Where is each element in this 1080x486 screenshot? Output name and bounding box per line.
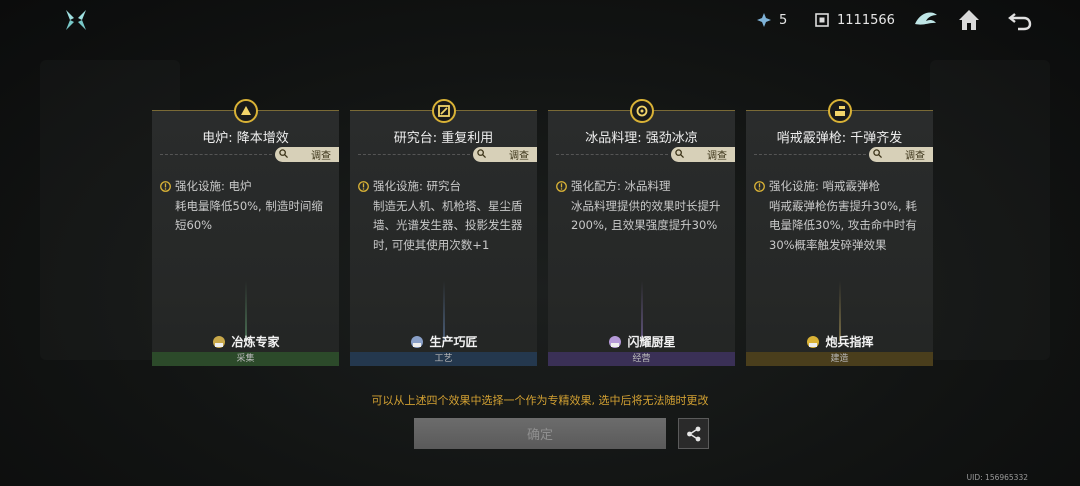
investigate-button[interactable]: 调查	[275, 147, 339, 162]
effect-card-ice-cuisine[interactable]: 冰品料理: 强劲冰凉 调查 强化配方: 冰品料理 冰品料理提供的效果时长提升20…	[548, 99, 735, 366]
cuisine-icon	[636, 105, 647, 117]
search-icon	[675, 149, 684, 158]
back-icon[interactable]	[1006, 6, 1034, 34]
currency-amount: 1111566	[837, 12, 895, 28]
desc-head: 强化设施: 研究台	[373, 179, 462, 193]
card-badge	[431, 99, 456, 123]
role-label: 炮兵指挥	[825, 335, 874, 349]
info-icon	[358, 181, 369, 193]
artillery-role-icon	[807, 335, 820, 348]
currency-icon	[815, 13, 829, 27]
desc-body: 耗电量降低50%, 制造时间缩短60%	[175, 198, 323, 233]
game-logo-icon[interactable]	[64, 8, 88, 32]
dragon-emblem-icon[interactable]	[912, 6, 940, 34]
investigate-label: 调查	[707, 151, 727, 162]
background-blur	[930, 60, 1050, 360]
info-icon	[754, 181, 765, 193]
share-button[interactable]	[678, 418, 709, 449]
desc-head: 强化设施: 哨戒霰弹枪	[769, 179, 881, 193]
investigate-label: 调查	[311, 151, 331, 162]
divider	[358, 154, 470, 155]
effect-card-sentry-shotgun[interactable]: 哨戒霰弹枪: 千弹齐发 调查 强化设施: 哨戒霰弹枪 哨戒霰弹枪伤害提升30%,…	[746, 99, 933, 366]
chef-role-icon	[609, 335, 622, 348]
light-beam	[640, 281, 643, 341]
info-icon	[160, 181, 171, 193]
search-icon	[477, 149, 486, 158]
light-beam	[838, 281, 841, 341]
card-badge	[827, 99, 852, 123]
category-strip: 工艺	[350, 352, 537, 366]
investigate-label: 调查	[905, 151, 925, 162]
search-icon	[279, 149, 288, 158]
card-description: 强化设施: 电炉 耗电量降低50%, 制造时间缩短60%	[160, 177, 329, 236]
desc-body: 哨戒霰弹枪伤害提升30%, 耗电量降低30%, 攻击命中时有30%概率触发碎弹效…	[769, 198, 917, 252]
investigate-button[interactable]: 调查	[869, 147, 933, 162]
investigate-label: 调查	[509, 151, 529, 162]
category-strip: 采集	[152, 352, 339, 366]
turret-icon	[834, 106, 845, 116]
divider	[556, 154, 668, 155]
user-id: UID: 156965332	[966, 473, 1028, 482]
light-beam	[244, 281, 247, 341]
card-title: 冰品料理: 强劲冰凉	[585, 131, 698, 146]
smelter-role-icon	[213, 335, 226, 348]
role-label: 冶炼专家	[231, 335, 280, 349]
effect-card-research-table[interactable]: 研究台: 重复利用 调查 强化设施: 研究台 制造无人机、机枪塔、星尘盾墙、光谱…	[350, 99, 537, 366]
star-count: 5	[779, 12, 788, 28]
search-icon	[873, 149, 882, 158]
desc-body: 冰品料理提供的效果时长提升200%, 且效果强度提升30%	[571, 198, 721, 233]
confirm-button[interactable]: 确定	[414, 418, 666, 449]
light-beam	[442, 281, 445, 341]
role-tag: 炮兵指挥	[746, 333, 933, 350]
investigate-button[interactable]: 调查	[671, 147, 735, 162]
craftsman-role-icon	[411, 335, 424, 348]
card-title: 哨戒霰弹枪: 千弹齐发	[776, 131, 903, 146]
role-label: 生产巧匠	[429, 335, 478, 349]
card-title: 研究台: 重复利用	[393, 131, 494, 146]
desc-head: 强化配方: 冰品料理	[571, 179, 671, 193]
desc-head: 强化设施: 电炉	[175, 179, 252, 193]
card-description: 强化设施: 哨戒霰弹枪 哨戒霰弹枪伤害提升30%, 耗电量降低30%, 攻击命中…	[754, 177, 923, 255]
divider	[754, 154, 866, 155]
share-icon	[686, 426, 700, 441]
card-badge	[233, 99, 258, 123]
top-bar: 5 1111566	[0, 0, 1080, 40]
card-badge	[629, 99, 654, 123]
smelting-icon	[240, 106, 251, 115]
effect-card-furnace[interactable]: 电炉: 降本增效 调查 强化设施: 电炉 耗电量降低50%, 制造时间缩短60%…	[152, 99, 339, 366]
home-icon[interactable]	[955, 6, 983, 34]
role-tag: 闪耀厨星	[548, 333, 735, 350]
investigate-button[interactable]: 调查	[473, 147, 537, 162]
category-strip: 建造	[746, 352, 933, 366]
card-description: 强化设施: 研究台 制造无人机、机枪塔、星尘盾墙、光谱发生器、投影发生器时, 可…	[358, 177, 527, 255]
desc-body: 制造无人机、机枪塔、星尘盾墙、光谱发生器、投影发生器时, 可使其使用次数+1	[373, 198, 523, 252]
info-icon	[556, 181, 567, 193]
star-shard-icon	[757, 13, 771, 27]
divider	[160, 154, 272, 155]
role-tag: 冶炼专家	[152, 333, 339, 350]
selection-hint: 可以从上述四个效果中选择一个作为专精效果, 选中后将无法随时更改	[371, 394, 709, 407]
role-tag: 生产巧匠	[350, 333, 537, 350]
category-strip: 经营	[548, 352, 735, 366]
currency-counter: 1111566	[815, 11, 895, 29]
research-icon	[437, 105, 450, 117]
star-counter: 5	[757, 11, 787, 29]
card-description: 强化配方: 冰品料理 冰品料理提供的效果时长提升200%, 且效果强度提升30%	[556, 177, 725, 236]
role-label: 闪耀厨星	[627, 335, 676, 349]
card-title: 电炉: 降本增效	[202, 131, 289, 146]
